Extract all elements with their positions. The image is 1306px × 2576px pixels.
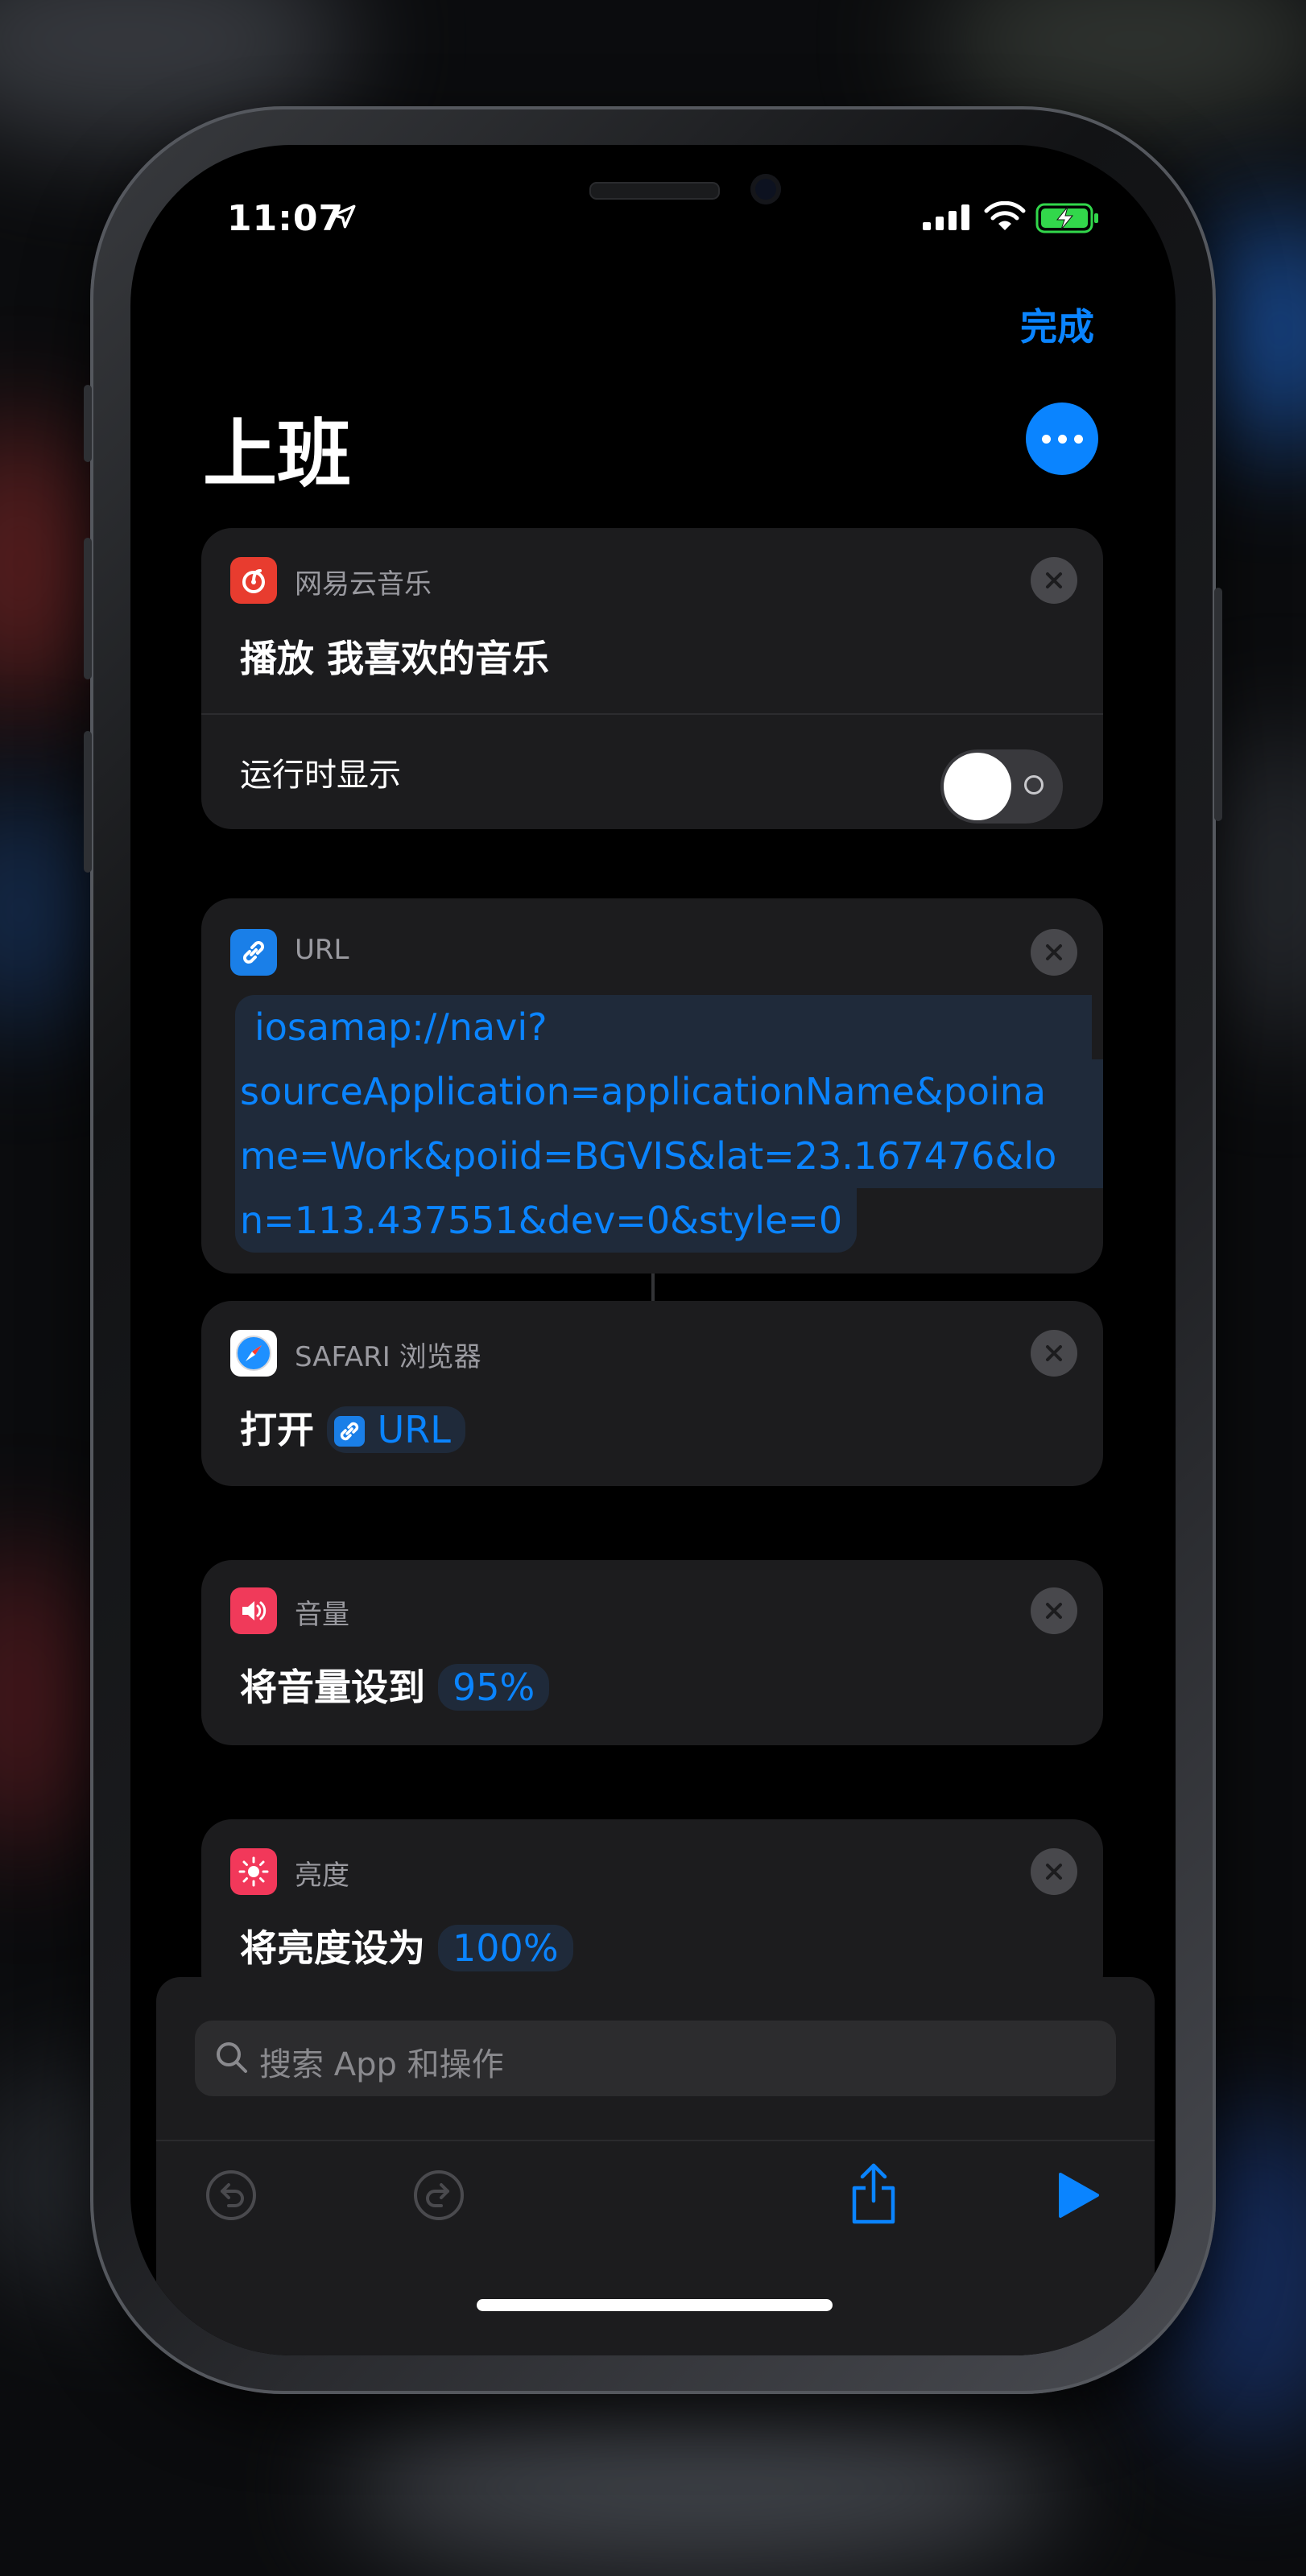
action-prefix: 将音量设到 [240, 1666, 425, 1709]
close-x-icon[interactable] [1031, 1587, 1077, 1634]
page-title: 上班 [203, 411, 352, 497]
ellipsis-icon[interactable] [1026, 402, 1098, 475]
toggle-off-indicator [1024, 775, 1044, 795]
search-placeholder: 搜索 App 和操作 [259, 2046, 504, 2083]
action-value: URL [377, 1408, 451, 1451]
safari-compass-icon [230, 1330, 277, 1377]
app-name: 网易云音乐 [295, 568, 432, 601]
app-name: SAFARI 浏览器 [295, 1341, 481, 1373]
action-prefix: 打开 [240, 1408, 314, 1451]
action-prefix: 将亮度设为 [240, 1926, 425, 1970]
location-arrow-icon [332, 204, 356, 229]
show-when-run-toggle[interactable] [940, 749, 1063, 824]
mute-switch [84, 385, 92, 462]
show-when-run-row: 运行时显示 [201, 715, 1103, 829]
wifi-icon [984, 201, 1026, 230]
app-name: 亮度 [295, 1860, 349, 1892]
action-value[interactable]: 我喜欢的音乐 [327, 637, 549, 680]
toggle-knob [944, 753, 1011, 820]
battery-charging-icon [1035, 203, 1098, 233]
netease-music-icon [230, 557, 277, 604]
toolbar-divider [156, 2140, 1155, 2141]
app-name: 音量 [295, 1599, 349, 1631]
action-text: 打开 URL [240, 1401, 465, 1454]
link-icon [334, 1416, 366, 1447]
volume-up-button [84, 538, 92, 679]
volume-value-token[interactable]: 95% [438, 1664, 550, 1711]
close-x-icon[interactable] [1031, 929, 1077, 976]
option-label: 运行时显示 [240, 757, 401, 794]
action-prefix: 播放 [240, 637, 314, 680]
url-line: iosamap://navi? [235, 995, 1092, 1059]
power-button [1214, 588, 1222, 821]
cellular-signal-icon [923, 204, 969, 230]
speaker-icon [230, 1587, 277, 1634]
close-x-icon[interactable] [1031, 1330, 1077, 1377]
phone-screen: 11:07 完成 上班 网易云音乐 播放 我喜欢的音乐 运行时显示 URL io… [130, 145, 1176, 2355]
action-text: 播放 我喜欢的音乐 [240, 630, 549, 683]
action-card-netease-music[interactable]: 网易云音乐 播放 我喜欢的音乐 运行时显示 [201, 528, 1103, 829]
action-connector [651, 1274, 655, 1302]
url-variable-token[interactable]: URL [327, 1406, 465, 1453]
app-name: URL [295, 934, 349, 966]
status-time: 11:07 [227, 198, 345, 239]
close-x-icon[interactable] [1031, 557, 1077, 604]
action-card-url[interactable]: URL iosamap://navi? sourceApplication=ap… [201, 898, 1103, 1274]
link-icon [230, 929, 277, 976]
action-card-safari[interactable]: SAFARI 浏览器 打开 URL [201, 1301, 1103, 1486]
url-text-field[interactable]: iosamap://navi? sourceApplication=applic… [235, 995, 1103, 1253]
close-x-icon[interactable] [1031, 1848, 1077, 1895]
done-button[interactable]: 完成 [1020, 298, 1094, 351]
play-icon[interactable] [1050, 2167, 1106, 2223]
redo-icon[interactable] [411, 2167, 467, 2223]
undo-icon[interactable] [203, 2167, 259, 2223]
front-camera [750, 174, 781, 204]
earpiece-speaker [589, 182, 720, 200]
url-line: me=Work&poiid=BGVIS&lat=23.167476&lo [235, 1124, 1103, 1188]
brightness-value-token[interactable]: 100% [438, 1925, 573, 1971]
url-line: sourceApplication=applicationName&poina [235, 1059, 1103, 1124]
volume-down-button [84, 731, 92, 873]
sun-icon [230, 1848, 277, 1895]
action-card-volume[interactable]: 音量 将音量设到 95% [201, 1560, 1103, 1745]
action-text: 将音量设到 95% [240, 1658, 550, 1711]
search-input[interactable]: 搜索 App 和操作 [195, 2021, 1116, 2096]
magnifier-icon [217, 2042, 247, 2073]
action-text: 将亮度设为 100% [240, 1919, 573, 1972]
home-indicator[interactable] [477, 2299, 833, 2311]
share-icon[interactable] [845, 2159, 902, 2227]
url-line: n=113.437551&dev=0&style=0 [235, 1188, 858, 1253]
